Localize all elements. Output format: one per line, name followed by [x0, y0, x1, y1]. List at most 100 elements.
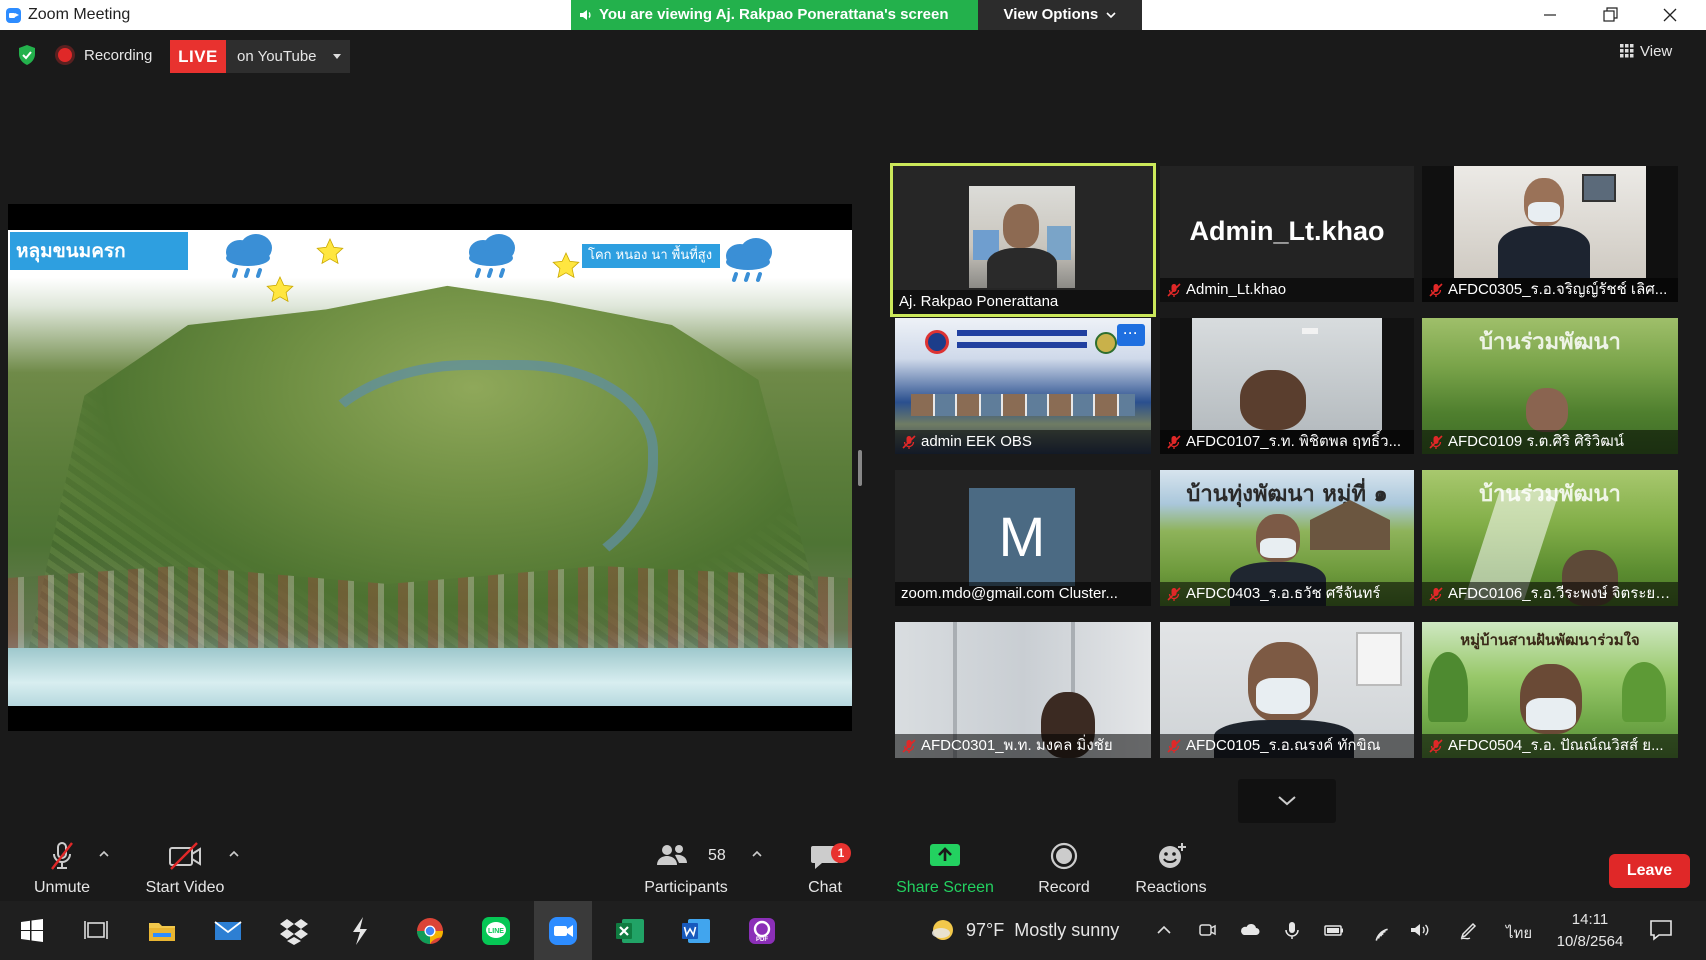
- video-tile[interactable]: หมู่บ้านสานฝันพัฒนาร่วมใจ AFDC0504_ร.อ. …: [1422, 622, 1678, 758]
- pen-ink-icon[interactable]: [1458, 919, 1480, 941]
- pdf-app-icon[interactable]: PDF: [740, 909, 784, 953]
- video-tile[interactable]: บ้านทุ่งพัฒนา หมู่ที่ ๑ AFDC0403_ร.อ.ธวั…: [1160, 470, 1414, 606]
- participant-name-bar: AFDC0301_พ.ท. มงคล มิ่งชัย: [895, 734, 1151, 758]
- record-button[interactable]: Record: [1024, 837, 1104, 901]
- virtual-background-text: บ้านร่วมพัฒนา: [1479, 330, 1621, 355]
- zoom-logo-icon: [6, 8, 21, 23]
- dropbox-icon[interactable]: [272, 909, 316, 953]
- encryption-shield-icon[interactable]: [16, 44, 38, 66]
- weather-temperature: 97°F: [966, 919, 1005, 940]
- lightning-app-icon[interactable]: [338, 909, 382, 953]
- video-tile[interactable]: AFDC0305_ร.อ.จริญญ์รัชช์ เลิศ...: [1422, 166, 1678, 302]
- panel-resize-handle[interactable]: [858, 450, 862, 486]
- wifi-icon[interactable]: [1366, 919, 1388, 941]
- battery-icon[interactable]: [1323, 919, 1345, 941]
- participant-name: AFDC0109 ร.ต.ศิริ ศิริวิฒน์: [1448, 433, 1625, 450]
- viewing-banner-text: You are viewing Aj. Rakpao Ponerattana's…: [599, 6, 949, 23]
- participants-icon: [657, 845, 687, 865]
- onedrive-cloud-icon[interactable]: [1239, 919, 1261, 941]
- slide-label: โคก หนอง นา พื้นที่สูง: [582, 244, 720, 268]
- minimize-button[interactable]: [1522, 0, 1578, 30]
- shared-screen[interactable]: หลุมขนมครก โคก หนอง นา พื้นที่สูง: [8, 204, 852, 731]
- video-tile[interactable]: ··· admin EEK OBS: [895, 318, 1151, 454]
- window-title: Zoom Meeting: [28, 6, 131, 23]
- volume-icon[interactable]: [1408, 919, 1430, 941]
- reactions-button[interactable]: Reactions: [1128, 837, 1214, 901]
- muted-mic-icon: [1167, 283, 1181, 297]
- participant-display-name: Admin_Lt.khao: [1189, 216, 1385, 246]
- muted-mic-icon: [1429, 435, 1443, 449]
- title-bar: Zoom Meeting You are viewing Aj. Rakpao …: [0, 0, 1706, 30]
- microphone-tray-icon[interactable]: [1281, 919, 1303, 941]
- more-options-button[interactable]: ···: [1117, 324, 1145, 346]
- participants-label: Participants: [644, 879, 728, 896]
- share-screen-button[interactable]: Share Screen: [890, 837, 1000, 901]
- muted-mic-icon: [1429, 587, 1443, 601]
- restore-button[interactable]: [1582, 0, 1638, 30]
- close-icon: [1663, 8, 1677, 22]
- camera-image: [1192, 318, 1382, 430]
- video-tile[interactable]: AFDC0107_ร.ท. พิชิตพล ฤทธิ์ว...: [1160, 318, 1414, 454]
- view-options-button[interactable]: View Options: [978, 0, 1142, 30]
- meeting-area: Recording LIVE on YouTube View หลุมขนมคร…: [0, 30, 1706, 837]
- participant-name: AFDC0301_พ.ท. มงคล มิ่งชัย: [921, 737, 1113, 754]
- rain-cloud-icon: [726, 238, 772, 282]
- start-video-button[interactable]: Start Video: [134, 837, 236, 901]
- chat-label: Chat: [808, 879, 842, 896]
- virtual-background-text: หมู่บ้านสานฝันพัฒนาร่วมใจ: [1460, 631, 1640, 649]
- restore-icon: [1603, 7, 1618, 22]
- record-icon: [1050, 842, 1078, 870]
- taskbar-clock[interactable]: 14:11 10/8/2564: [1551, 909, 1629, 953]
- video-tile[interactable]: M zoom.mdo@gmail.com Cluster...: [895, 470, 1151, 606]
- next-page-button[interactable]: [1238, 779, 1336, 823]
- participant-name: AFDC0107_ร.ท. พิชิตพล ฤทธิ์ว...: [1186, 433, 1402, 450]
- chevron-up-icon[interactable]: [227, 849, 241, 859]
- video-tile[interactable]: บ้านร่วมพัฒนา AFDC0109 ร.ต.ศิริ ศิริวิฒน…: [1422, 318, 1678, 454]
- chevron-down-icon: [1106, 12, 1117, 19]
- recording-indicator[interactable]: Recording: [58, 42, 152, 68]
- excel-icon[interactable]: [608, 909, 652, 953]
- line-icon[interactable]: LINE: [474, 909, 518, 953]
- clock-date: 10/8/2564: [1556, 933, 1624, 950]
- meet-now-icon[interactable]: [1196, 919, 1218, 941]
- unmute-button[interactable]: Unmute: [22, 837, 102, 901]
- start-video-label: Start Video: [145, 879, 225, 896]
- chrome-icon[interactable]: [408, 909, 452, 953]
- slide-title: หลุมขนมครก: [10, 232, 188, 270]
- video-tile[interactable]: AFDC0105_ร.อ.ณรงค์ ทักขิณ: [1160, 622, 1414, 758]
- weather-condition: Mostly sunny: [1014, 919, 1120, 940]
- weather-widget[interactable]: 97°F Mostly sunny: [930, 917, 1119, 943]
- participant-name: AFDC0504_ร.อ. ปัณณ์ณวิสส์ ย...: [1448, 737, 1664, 754]
- video-tile[interactable]: AFDC0301_พ.ท. มงคล มิ่งชัย: [895, 622, 1151, 758]
- live-platform-dropdown[interactable]: on YouTube: [226, 40, 350, 73]
- zoom-app-icon[interactable]: [541, 909, 585, 953]
- word-icon[interactable]: [674, 909, 718, 953]
- input-language-indicator[interactable]: ไทย: [1506, 921, 1532, 945]
- chevron-up-icon[interactable]: [750, 849, 764, 859]
- participant-name: AFDC0106_ร.อ.วีระพงษ์ จิตระยนต์: [1448, 585, 1676, 602]
- video-tile[interactable]: บ้านร่วมพัฒนา AFDC0106_ร.อ.วีระพงษ์ จิตร…: [1422, 470, 1678, 606]
- video-tile[interactable]: Admin_Lt.khao Admin_Lt.khao: [1160, 166, 1414, 302]
- leave-button[interactable]: Leave: [1609, 854, 1690, 888]
- participant-name: AFDC0305_ร.อ.จริญญ์รัชช์ เลิศ...: [1448, 281, 1668, 298]
- muted-mic-icon: [902, 435, 916, 449]
- view-layout-button[interactable]: View: [1620, 38, 1672, 64]
- notifications-icon[interactable]: [1648, 918, 1674, 942]
- virtual-background-text: บ้านทุ่งพัฒนา หมู่ที่ ๑: [1186, 482, 1388, 507]
- recording-dot-icon: [58, 48, 72, 62]
- close-button[interactable]: [1642, 0, 1698, 30]
- chevron-down-icon: [1278, 796, 1296, 806]
- participant-name: Aj. Rakpao Ponerattana: [893, 290, 1153, 314]
- windows-start-icon[interactable]: [10, 909, 54, 953]
- chevron-up-icon[interactable]: [97, 849, 111, 859]
- muted-mic-icon: [1167, 435, 1181, 449]
- reactions-label: Reactions: [1135, 879, 1207, 896]
- show-hidden-icons-chevron-icon[interactable]: [1153, 919, 1175, 941]
- video-tile[interactable]: Aj. Rakpao Ponerattana: [890, 163, 1156, 317]
- file-explorer-icon[interactable]: [140, 909, 184, 953]
- participant-name-bar: AFDC0109 ร.ต.ศิริ ศิริวิฒน์: [1422, 430, 1678, 454]
- star-icon: [316, 238, 344, 265]
- mail-icon[interactable]: [206, 909, 250, 953]
- participant-name-bar: Admin_Lt.khao: [1160, 278, 1414, 302]
- task-view-icon[interactable]: [74, 909, 118, 953]
